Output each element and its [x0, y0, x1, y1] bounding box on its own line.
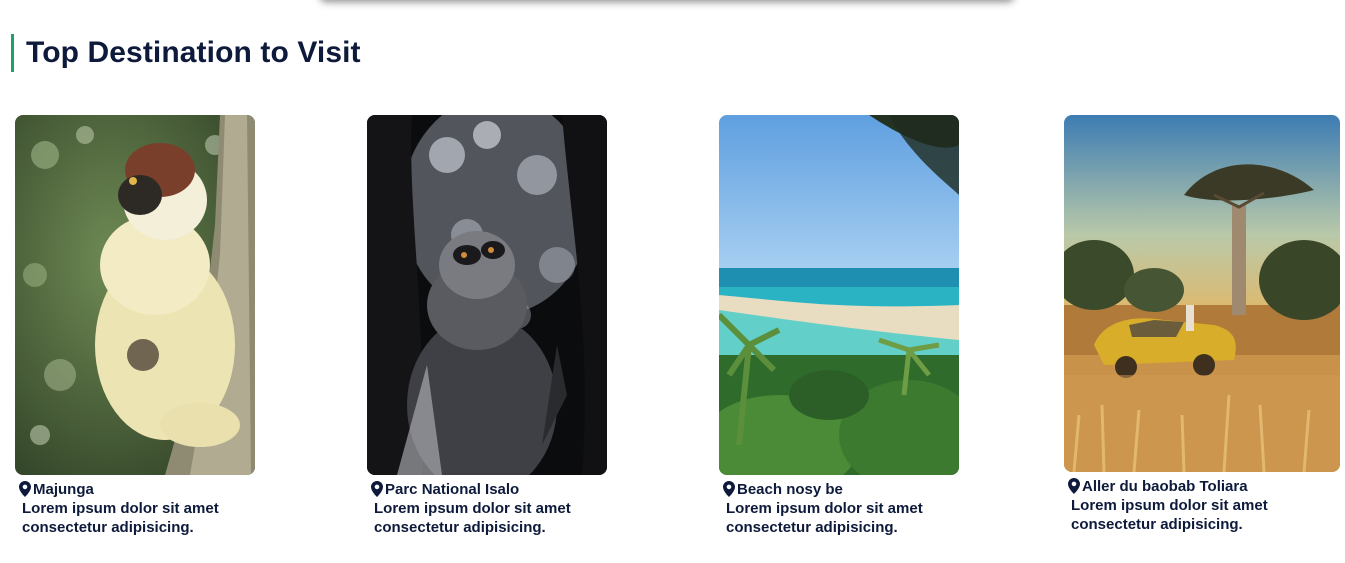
destination-card-toliara[interactable]: Aller du baobab Toliara Lorem ipsum dolo…: [1064, 115, 1340, 534]
map-pin-icon: [1068, 478, 1080, 494]
destination-description: Lorem ipsum dolor sit amet consectetur a…: [374, 500, 571, 536]
map-pin-icon: [723, 481, 735, 497]
destination-location: Beach nosy be: [737, 480, 843, 498]
destination-location: Aller du baobab Toliara: [1082, 477, 1248, 495]
sifaka-lemur-photo: [15, 115, 255, 475]
destination-image-beach[interactable]: [719, 115, 959, 475]
tropical-beach-photo: [719, 115, 959, 475]
destination-location: Parc National Isalo: [385, 480, 520, 498]
baobab-savanna-photo: [1064, 115, 1340, 472]
destination-card-isalo[interactable]: Parc National Isalo Lorem ipsum dolor si…: [367, 115, 607, 537]
destination-card-majunga[interactable]: Majunga Lorem ipsum dolor sit amet conse…: [15, 115, 255, 537]
map-pin-icon: [371, 481, 383, 497]
section-header: Top Destination to Visit: [11, 34, 361, 72]
destination-image-lemur[interactable]: [15, 115, 255, 475]
destination-location: Majunga: [33, 480, 94, 498]
destination-description: Lorem ipsum dolor sit amet consectetur a…: [1071, 497, 1268, 533]
destination-image-ring-tailed-lemur[interactable]: [367, 115, 607, 475]
destination-description: Lorem ipsum dolor sit amet consectetur a…: [726, 500, 923, 536]
destination-card-nosy-be[interactable]: Beach nosy be Lorem ipsum dolor sit amet…: [719, 115, 959, 537]
ring-tailed-lemur-photo: [367, 115, 607, 475]
section-title: Top Destination to Visit: [26, 36, 361, 69]
destination-image-baobab[interactable]: [1064, 115, 1340, 472]
destination-description: Lorem ipsum dolor sit amet consectetur a…: [22, 500, 219, 536]
map-pin-icon: [19, 481, 31, 497]
